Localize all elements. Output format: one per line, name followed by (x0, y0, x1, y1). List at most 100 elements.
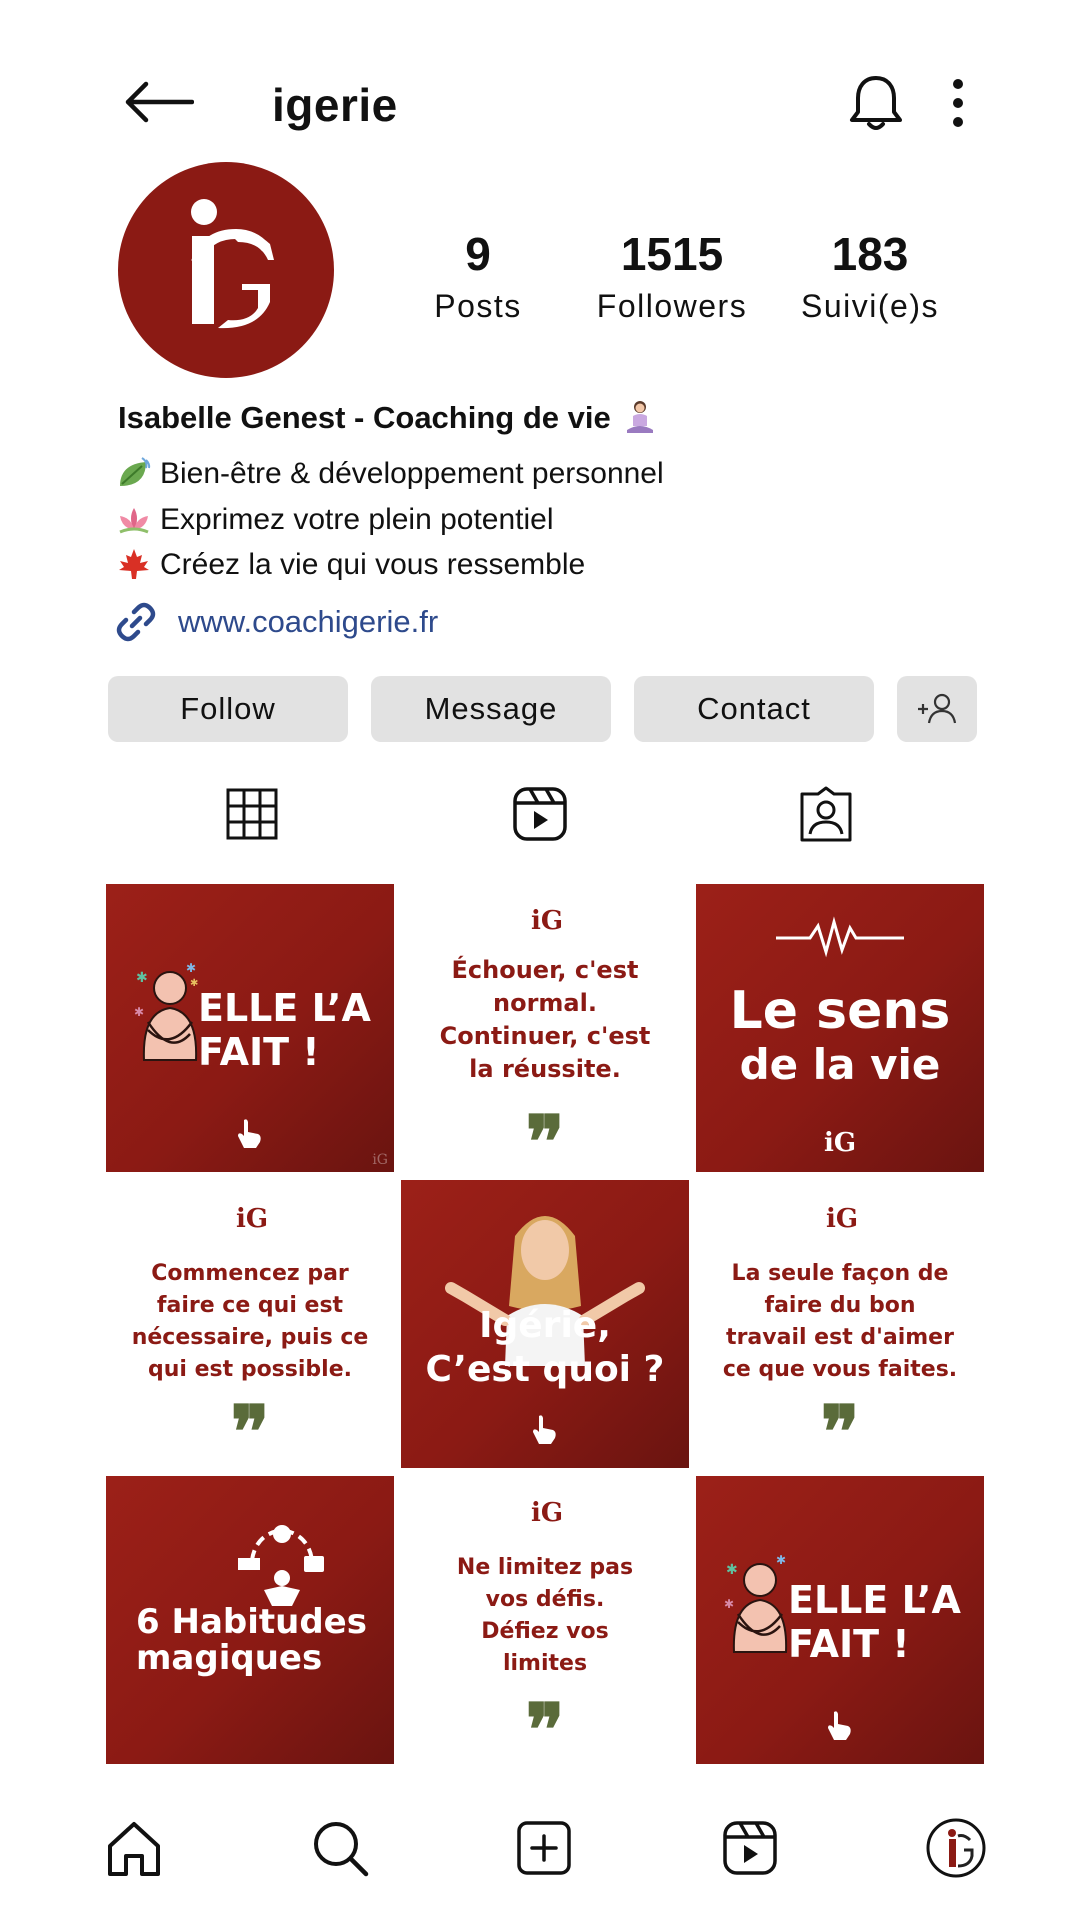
followers-count[interactable]: 1515 Followers (572, 226, 772, 325)
quote-line: Échouer, c'est (451, 956, 639, 984)
quote-line: Ne limitez pas (456, 1555, 634, 1580)
heartbeat-icon (776, 916, 904, 958)
quote-text: Ne limitez pas vos défis. Défiez vos lim… (401, 1552, 689, 1680)
quote-line: faire du bon (764, 1293, 916, 1318)
brand-mini-logo: iG (824, 1128, 857, 1158)
post-1-title-line1: ELLE L’A (198, 986, 371, 1030)
svg-text:✱: ✱ (776, 1553, 786, 1567)
swipe-hand-icon (828, 1711, 851, 1740)
quote-line: la réussite. (469, 1055, 621, 1083)
profile-nav-avatar-icon[interactable] (926, 1818, 986, 1878)
bio-line-1-text: Bien-être & développement personnel (160, 457, 664, 490)
create-post-icon[interactable] (514, 1818, 574, 1878)
habits-icon (238, 1525, 324, 1606)
swipe-hand-icon (238, 1119, 261, 1148)
website-url[interactable]: www.coachigerie.fr (178, 604, 438, 640)
quote-line: nécessaire, puis ce (131, 1325, 369, 1350)
quote-text: Échouer, c'est normal. Continuer, c'est … (401, 954, 689, 1086)
post-3-title-line1: Le sens (729, 981, 951, 1041)
post-5-title-line2: C’est quoi ? (425, 1349, 665, 1390)
post-7-title-line1: 6 Habitudes (136, 1602, 367, 1642)
meditation-icon (627, 401, 654, 433)
brand-mini-logo: iG (531, 1498, 564, 1528)
more-options-icon[interactable] (940, 78, 976, 128)
website-link[interactable]: www.coachigerie.fr (114, 600, 438, 644)
svg-text:✱: ✱ (726, 1561, 738, 1577)
post-9-title-line2: FAIT ! (788, 1622, 910, 1666)
post-tile[interactable]: iG Échouer, c'est normal. Continuer, c'e… (401, 884, 689, 1172)
quote-line: vos défis. (485, 1587, 605, 1612)
post-3-title-line2: de la vie (739, 1040, 941, 1089)
quote-line: Continuer, c'est (439, 1022, 651, 1050)
post-tile[interactable]: iG Commencez par faire ce qui est nécess… (106, 1180, 394, 1468)
bio-line-1: Bien-être & développement personnel (116, 456, 664, 492)
message-button[interactable]: Message (371, 676, 611, 742)
quote-line: travail est d'aimer (726, 1325, 954, 1350)
followers-count-label: Followers (596, 288, 748, 324)
follow-button[interactable]: Follow (108, 676, 348, 742)
reels-tab-icon[interactable] (510, 784, 570, 844)
bio-line-2: Exprimez votre plein potentiel (116, 502, 554, 538)
bio-line-3-text: Créez la vie qui vous ressemble (160, 548, 586, 581)
following-count-value: 183 (831, 228, 909, 280)
quote-line: limites (502, 1651, 588, 1676)
post-tile[interactable]: 6 Habitudes magiques (106, 1476, 394, 1764)
home-icon[interactable] (104, 1818, 164, 1878)
link-icon (116, 602, 156, 642)
post-tile[interactable]: Le sens de la vie iG (696, 884, 984, 1172)
reels-icon[interactable] (720, 1818, 780, 1878)
brand-mini-logo: iG (236, 1204, 269, 1234)
quote-line: qui est possible. (148, 1357, 352, 1382)
post-tile[interactable]: ✱ ✱ ✱ ✱ ELLE L’A FAIT ! iG (106, 884, 394, 1172)
posts-count-label: Posts (434, 288, 522, 324)
profile-avatar[interactable] (118, 162, 334, 378)
posts-count-value: 9 (465, 228, 491, 280)
quote-text: La seule façon de faire du bon travail e… (696, 1258, 984, 1386)
posts-count[interactable]: 9 Posts (378, 226, 578, 325)
post-9-title-line1: ELLE L’A (788, 1578, 961, 1622)
add-person-icon (918, 693, 957, 724)
post-tile[interactable]: ✱ ✱ ✱ ELLE L’A FAIT ! (696, 1476, 984, 1764)
quote-line: faire ce qui est (156, 1293, 344, 1318)
suggested-accounts-button[interactable] (897, 676, 977, 742)
swipe-hand-icon (533, 1415, 556, 1444)
bell-icon[interactable] (848, 72, 904, 132)
post-1-title-line2: FAIT ! (198, 1030, 320, 1074)
post-tile[interactable]: iG Ne limitez pas vos défis. Défiez vos … (401, 1476, 689, 1764)
contact-button[interactable]: Contact (634, 676, 874, 742)
self-hug-illustration: ✱ ✱ ✱ (724, 1553, 788, 1653)
quote-text: Commencez par faire ce qui est nécessair… (106, 1258, 394, 1386)
quote-mark-icon: ❞ (820, 1389, 860, 1468)
quote-line: Commencez par (151, 1261, 349, 1286)
svg-text:✱: ✱ (186, 961, 196, 975)
profile-display-name: Isabelle Genest - Coaching de vie (118, 400, 655, 436)
quote-mark-icon: ❞ (525, 1099, 565, 1173)
post-tile[interactable]: Igérie, C’est quoi ? (401, 1180, 689, 1468)
profile-username: igerie (272, 79, 398, 131)
bio-line-3: Créez la vie qui vous ressemble (116, 547, 585, 583)
maple-leaf-icon (119, 549, 149, 579)
brand-mini-logo: iG (531, 906, 564, 936)
search-icon[interactable] (310, 1818, 370, 1878)
quote-mark-icon: ❞ (525, 1687, 565, 1765)
quote-line: La seule façon de (731, 1261, 949, 1286)
display-name-text: Isabelle Genest - Coaching de vie (118, 400, 611, 435)
following-count-label: Suivi(e)s (801, 288, 939, 324)
post-tile[interactable]: iG La seule façon de faire du bon travai… (696, 1180, 984, 1468)
post-7-title-line2: magiques (136, 1638, 323, 1678)
brand-logo (191, 199, 274, 329)
grid-tab-icon[interactable] (222, 784, 282, 844)
svg-text:✱: ✱ (134, 1005, 144, 1019)
following-count[interactable]: 183 Suivi(e)s (770, 226, 970, 325)
brand-mini-logo: iG (826, 1204, 859, 1234)
self-hug-illustration: ✱ ✱ ✱ ✱ (134, 961, 198, 1061)
bio-line-2-text: Exprimez votre plein potentiel (160, 503, 554, 536)
back-arrow-icon[interactable] (122, 78, 194, 126)
svg-text:✱: ✱ (724, 1597, 734, 1611)
followers-count-value: 1515 (620, 228, 724, 280)
quote-line: normal. (493, 989, 597, 1017)
tagged-tab-icon[interactable] (796, 784, 856, 844)
watermark-logo: iG (372, 1152, 388, 1168)
post-5-title-line1: Igérie, (479, 1305, 611, 1346)
quote-mark-icon: ❞ (230, 1389, 270, 1468)
